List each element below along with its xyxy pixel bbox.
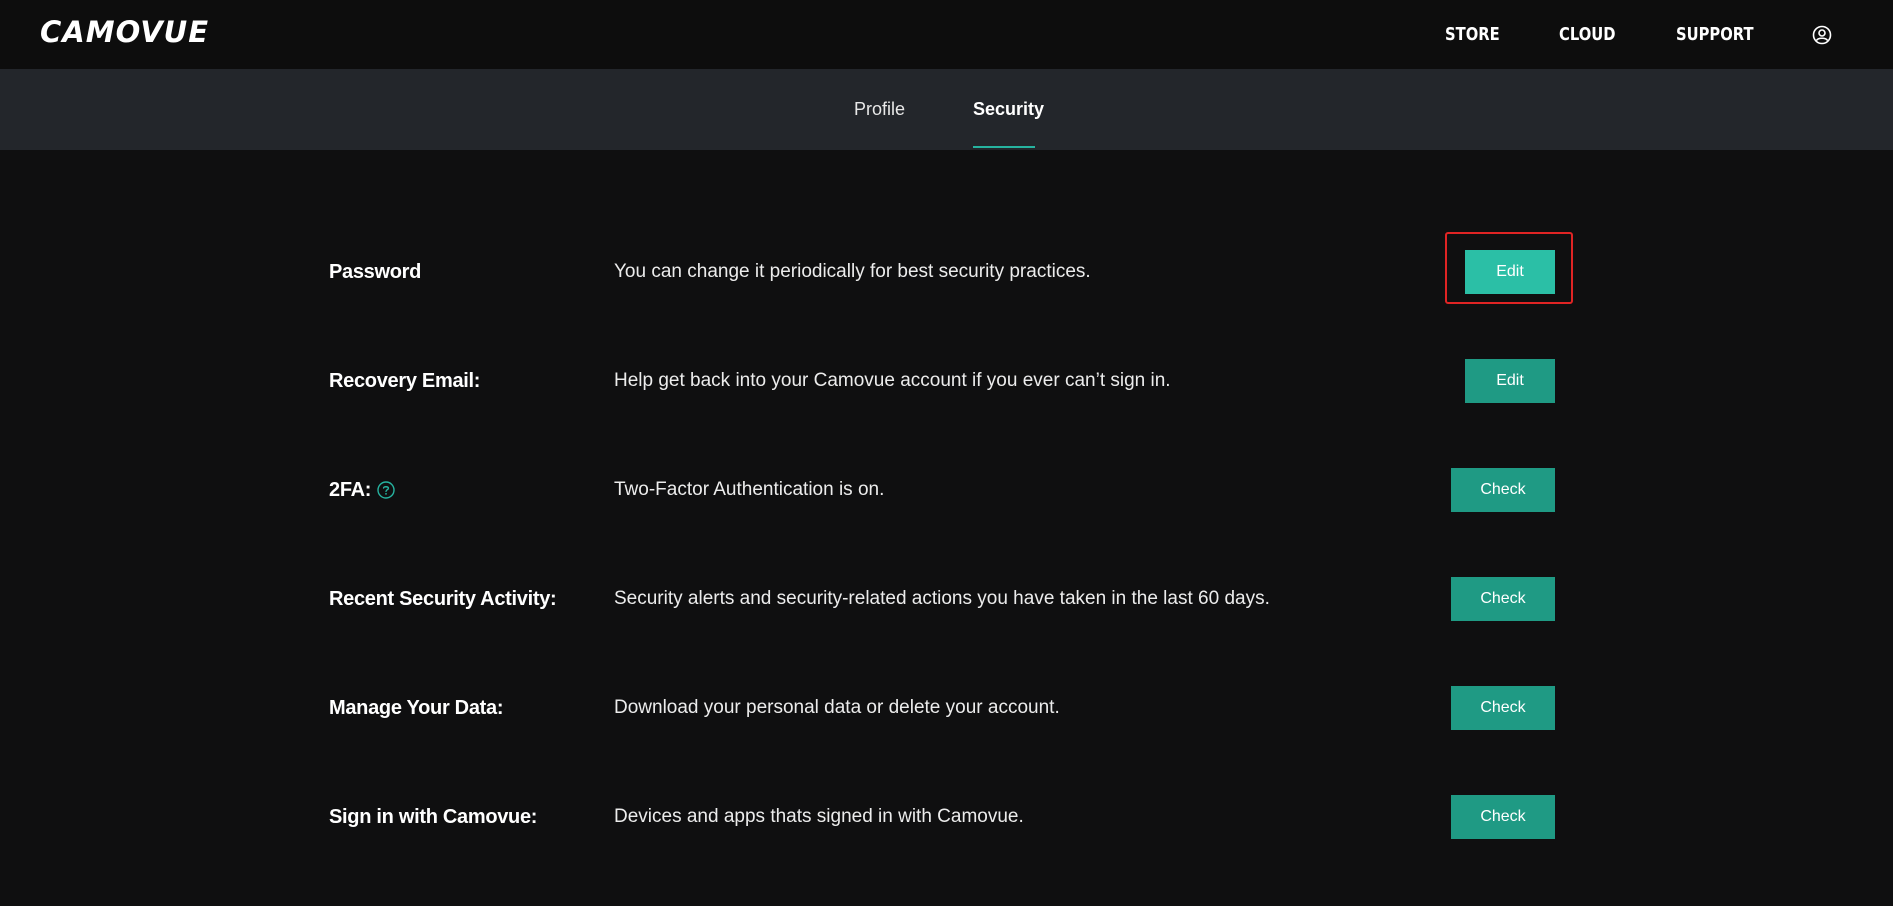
account-tabs: Profile Security (0, 69, 1893, 150)
row-description: Two-Factor Authentication is on. (614, 479, 885, 500)
row-description: Security alerts and security-related act… (614, 588, 1270, 609)
security-row-recent-activity: Recent Security Activity: Security alert… (329, 577, 1555, 621)
2fa-check-button[interactable]: Check (1451, 468, 1555, 512)
logo-text: CAMOVUE (40, 15, 210, 49)
help-circle-icon[interactable] (377, 481, 395, 499)
security-row-recovery-email: Recovery Email: Help get back into your … (329, 359, 1555, 403)
top-navigation: STORE CLOUD SUPPORT (1445, 0, 1833, 69)
recovery-email-edit-button[interactable]: Edit (1465, 359, 1555, 403)
row-description: You can change it periodically for best … (614, 261, 1091, 282)
highlight-box (1445, 232, 1573, 304)
nav-support[interactable]: SUPPORT (1676, 24, 1754, 45)
row-label: Sign in with Camovue: (329, 805, 538, 828)
active-tab-indicator (973, 146, 1035, 148)
user-circle-icon[interactable] (1811, 24, 1833, 46)
manage-data-check-button[interactable]: Check (1451, 686, 1555, 730)
row-label: 2FA: (329, 478, 372, 501)
row-label: Recent Security Activity: (329, 587, 557, 610)
tab-profile[interactable]: Profile (854, 69, 905, 150)
nav-store[interactable]: STORE (1445, 24, 1500, 45)
camovue-logo[interactable]: CAMOVUE (40, 15, 210, 49)
security-row-password: Password You can change it periodically … (329, 250, 1555, 294)
recent-activity-check-button[interactable]: Check (1451, 577, 1555, 621)
nav-cloud[interactable]: CLOUD (1559, 24, 1616, 45)
security-row-2fa: 2FA: Two-Factor Authentication is on. Ch… (329, 468, 1555, 512)
row-description: Download your personal data or delete yo… (614, 697, 1060, 718)
top-bar: CAMOVUE STORE CLOUD SUPPORT (0, 0, 1893, 69)
tab-security[interactable]: Security (973, 69, 1044, 150)
security-row-sign-in-with-camovue: Sign in with Camovue: Devices and apps t… (329, 795, 1555, 839)
row-label-container: 2FA: (329, 468, 395, 512)
sign-in-check-button[interactable]: Check (1451, 795, 1555, 839)
row-label: Manage Your Data: (329, 696, 504, 719)
row-label: Recovery Email: (329, 369, 481, 392)
row-description: Help get back into your Camovue account … (614, 370, 1171, 391)
row-label: Password (329, 260, 422, 283)
row-description: Devices and apps thats signed in with Ca… (614, 806, 1024, 827)
security-row-manage-data: Manage Your Data: Download your personal… (329, 686, 1555, 730)
